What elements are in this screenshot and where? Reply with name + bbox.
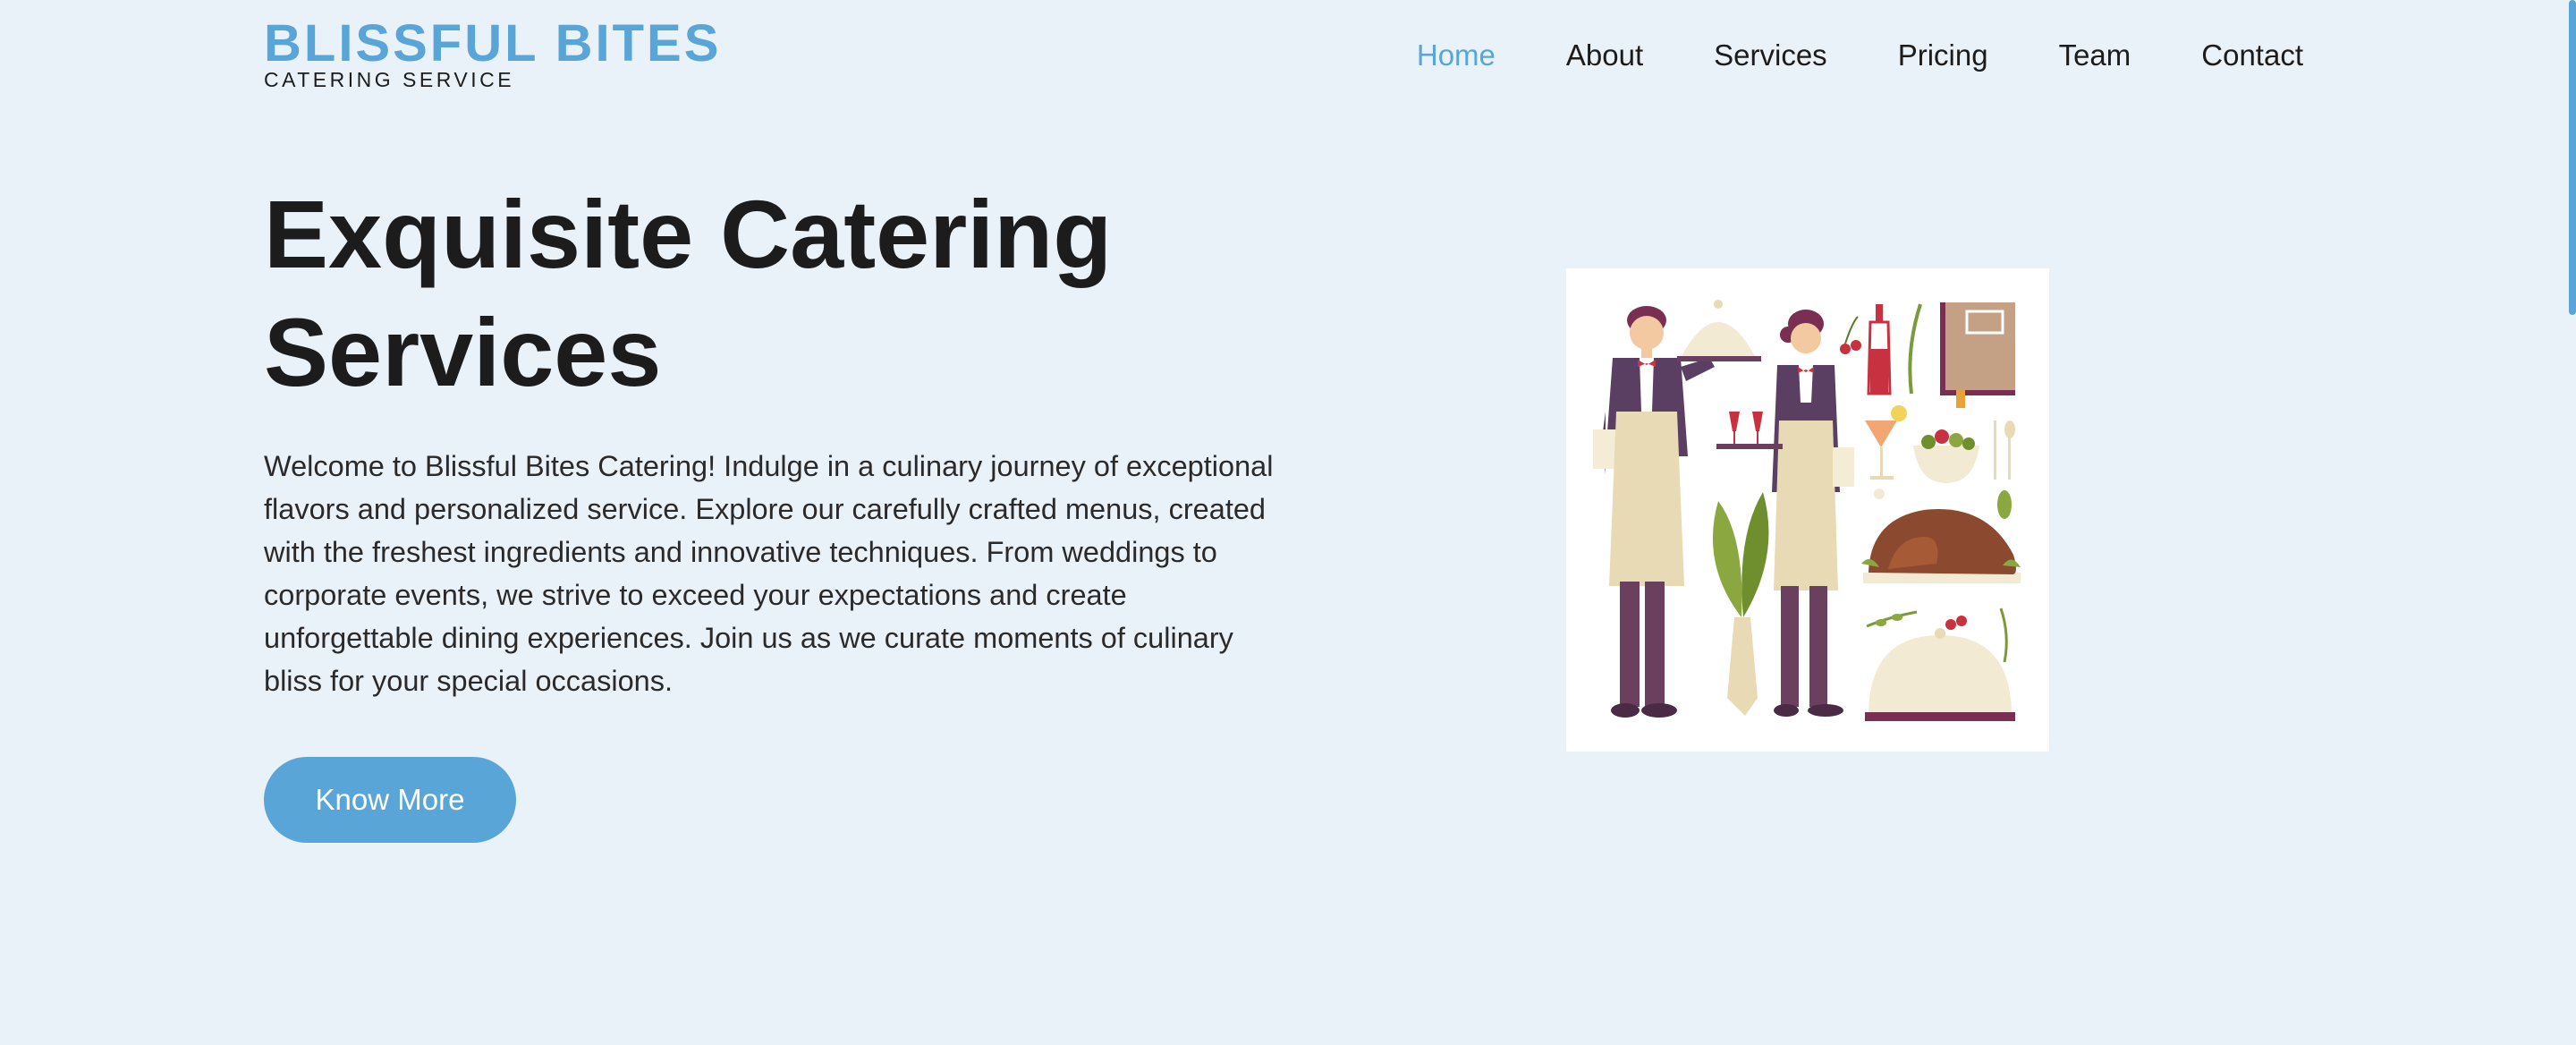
scrollbar-thumb[interactable]: [2569, 0, 2576, 315]
nav-pricing[interactable]: Pricing: [1898, 34, 1988, 77]
illustration-svg: [1593, 300, 2021, 721]
site-header: BLISSFUL BITES CATERING SERVICE Home Abo…: [264, 0, 2312, 98]
hero-description: Welcome to Blissful Bites Catering! Indu…: [264, 450, 1274, 697]
roast-turkey: [1861, 489, 2021, 583]
know-more-button[interactable]: Know More: [264, 757, 516, 843]
olive-branch: [1866, 610, 1918, 628]
page-scrollbar[interactable]: [2567, 0, 2576, 1045]
catering-waiters-illustration: [1566, 268, 2049, 752]
hero-title: Exquisite Catering Services: [264, 175, 1248, 412]
nav-home[interactable]: Home: [1417, 34, 1496, 77]
plant-vase: [1712, 492, 1769, 716]
cherries-small: [1945, 619, 1956, 630]
cherries: [1840, 316, 1861, 354]
cocktail: [1865, 405, 1907, 480]
nav-about[interactable]: About: [1566, 34, 1643, 77]
fork-icon: [1994, 421, 1996, 480]
nav-services[interactable]: Services: [1714, 34, 1827, 77]
main-nav: Home About Services Pricing Team Contact: [1346, 34, 2303, 77]
large-cloche: [1865, 628, 2015, 721]
salad-bowl: [1913, 429, 1979, 483]
hero-title-line2: Services: [264, 298, 662, 406]
page: BLISSFUL BITES CATERING SERVICE Home Abo…: [0, 0, 2576, 1045]
menu-book: [1940, 302, 2015, 408]
wine-bottle: [1867, 304, 1892, 395]
hero-title-line1: Exquisite Catering: [264, 180, 1113, 288]
nav-contact[interactable]: Contact: [2201, 34, 2303, 77]
nav-team[interactable]: Team: [2059, 34, 2131, 77]
logo-link[interactable]: BLISSFUL BITES CATERING SERVICE: [264, 14, 722, 92]
leaf-icon: [1997, 490, 2012, 519]
herb-sprig: [1908, 303, 1922, 395]
logo-title: BLISSFUL BITES: [264, 14, 722, 72]
waiter-male-figure: [1593, 306, 1715, 718]
cloche-tray: [1677, 300, 1761, 361]
spoon-icon: [2004, 421, 2015, 438]
